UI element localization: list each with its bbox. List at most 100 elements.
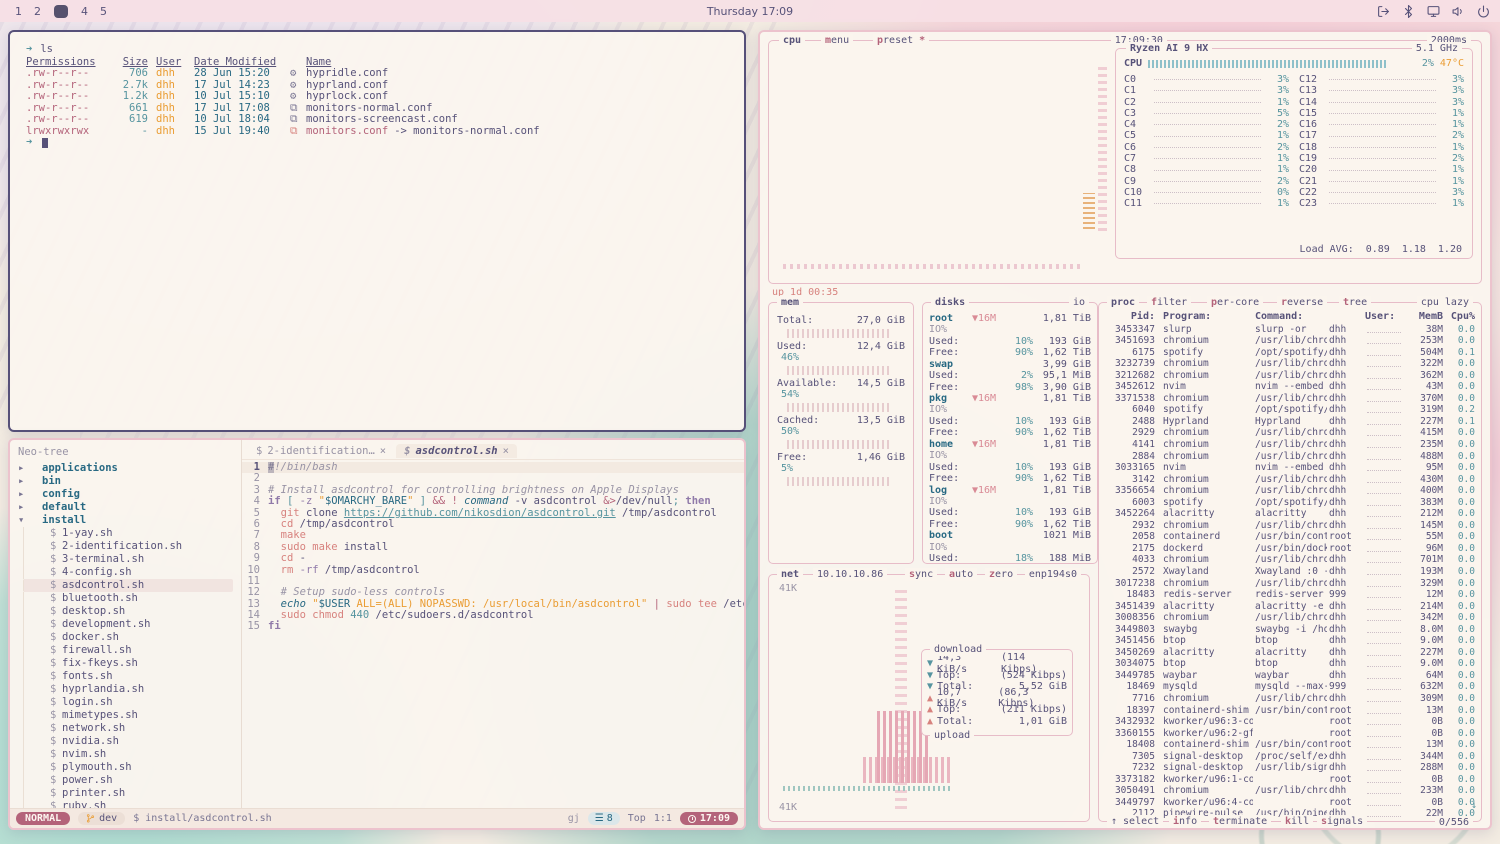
process-row[interactable]: 3449797 kworker/u96:4-co root 0B 0.0	[1105, 797, 1475, 809]
tree-item[interactable]: $ mimetypes.sh	[23, 709, 233, 722]
workspace-button[interactable]: 3	[54, 5, 68, 18]
tree-item[interactable]: $ docker.sh	[23, 631, 233, 644]
tree-item[interactable]: $ nvim.sh	[23, 748, 233, 761]
process-row[interactable]: 3232739 chromium /usr/lib/chromium/ dhh …	[1105, 358, 1475, 370]
process-row[interactable]: 3450269 alacritty alacritty dhh 227M 0.0	[1105, 647, 1475, 659]
process-row[interactable]: 2058 containerd /usr/bin/container root …	[1105, 531, 1475, 543]
tree-item[interactable]: $ ruby.sh	[23, 800, 233, 808]
process-row[interactable]: 3449803 swaybg swaybg -i /home/dh dhh 8.…	[1105, 624, 1475, 636]
tree-item[interactable]: $ firewall.sh	[23, 644, 233, 657]
tree-item[interactable]: $ bluetooth.sh	[23, 592, 233, 605]
tree-item[interactable]: $ desktop.sh	[23, 605, 233, 618]
display-icon[interactable]	[1427, 5, 1440, 18]
tree-item[interactable]: $ plymouth.sh	[23, 761, 233, 774]
scroll-down-icon[interactable]: ↓	[1471, 800, 1477, 812]
filter-button[interactable]: filter	[1147, 296, 1191, 309]
process-row[interactable]: 18469 mysqld mysqld --max-conne 999 632M…	[1105, 681, 1475, 693]
process-row[interactable]: 3452264 alacritty alacritty dhh 212M 0.0	[1105, 508, 1475, 520]
close-tab-icon[interactable]: ×	[503, 445, 509, 457]
auto-button[interactable]: auto	[945, 568, 977, 581]
menu-button[interactable]: menu	[821, 34, 853, 47]
tree-item[interactable]: $ power.sh	[23, 774, 233, 787]
io-mode-button[interactable]: io	[1069, 296, 1089, 309]
process-row[interactable]: 18483 redis-server redis-server *:637 99…	[1105, 589, 1475, 601]
per-core-button[interactable]: per-core	[1207, 296, 1263, 309]
process-row[interactable]: 2929 chromium /usr/lib/chromium/ dhh 415…	[1105, 427, 1475, 439]
workspace-button[interactable]: 5	[95, 5, 112, 18]
power-icon[interactable]	[1477, 5, 1490, 18]
info-button[interactable]: info	[1169, 815, 1201, 828]
tree-button[interactable]: tree	[1339, 296, 1371, 309]
tree-item[interactable]: ▸ bin	[18, 475, 233, 488]
tree-item[interactable]: $ nvidia.sh	[23, 735, 233, 748]
process-row[interactable]: 7716 chromium /usr/lib/chromium/ dhh 309…	[1105, 693, 1475, 705]
shell-prompt-input[interactable]: ➜	[26, 137, 728, 149]
bluetooth-icon[interactable]	[1402, 5, 1415, 18]
tree-item[interactable]: $ fonts.sh	[23, 670, 233, 683]
reverse-button[interactable]: reverse	[1277, 296, 1327, 309]
process-row[interactable]: 3451439 alacritty alacritty -e btop dhh …	[1105, 601, 1475, 613]
logout-icon[interactable]	[1377, 5, 1390, 18]
tree-item[interactable]: $ hyprlandia.sh	[23, 683, 233, 696]
process-row[interactable]: 3033165 nvim nvim --embed . dhh 95M 0.0	[1105, 462, 1475, 474]
process-row[interactable]: 3452612 nvim nvim --embed . dhh 43M 0.0	[1105, 381, 1475, 393]
process-row[interactable]: 3034075 btop btop dhh 9.0M 0.0	[1105, 658, 1475, 670]
tab-2-identification[interactable]: $ 2-identification… ×	[248, 444, 394, 458]
process-row[interactable]: 2488 Hyprland Hyprland dhh 227M 0.1	[1105, 416, 1475, 428]
tree-item[interactable]: $ 2-identification.sh	[23, 540, 233, 553]
signals-button[interactable]: signals	[1317, 815, 1367, 828]
process-row[interactable]: 7232 signal-desktop /usr/lib/signal-de d…	[1105, 762, 1475, 774]
process-row[interactable]: 3356654 chromium /usr/lib/chromium/ dhh …	[1105, 485, 1475, 497]
code-buffer[interactable]: 1 #!/bin/bash 2 3 # Install asdcontrol f…	[242, 460, 744, 808]
tree-item[interactable]: $ network.sh	[23, 722, 233, 735]
tab-asdcontrol[interactable]: $ asdcontrol.sh ×	[396, 444, 517, 458]
process-row[interactable]: 7305 signal-desktop /proc/self/exe --t d…	[1105, 751, 1475, 763]
process-row[interactable]: 6003 spotify /opt/spotify/spoti dhh 383M…	[1105, 497, 1475, 509]
process-row[interactable]: 2175 dockerd /usr/bin/dockerd - root 96M…	[1105, 543, 1475, 555]
process-row[interactable]: 3008356 chromium /usr/lib/chromium/ dhh …	[1105, 612, 1475, 624]
tree-item[interactable]: ▸ config	[18, 488, 233, 501]
tree-item[interactable]: $ asdcontrol.sh	[23, 579, 233, 592]
tree-item[interactable]: $ 4-config.sh	[23, 566, 233, 579]
process-row[interactable]: 3373182 kworker/u96:1-co root 0B 0.0	[1105, 774, 1475, 786]
tree-item[interactable]: $ 1-yay.sh	[23, 527, 233, 540]
process-row[interactable]: 3212682 chromium /usr/lib/chromium/ dhh …	[1105, 370, 1475, 382]
process-row[interactable]: 3142 chromium /usr/lib/chromium/ dhh 430…	[1105, 474, 1475, 486]
sync-button[interactable]: sync	[905, 568, 937, 581]
process-row[interactable]: 3453347 slurp slurp -or dhh 38M 0.0	[1105, 324, 1475, 336]
process-row[interactable]: 3451693 chromium /usr/lib/chromium/ dhh …	[1105, 335, 1475, 347]
process-row[interactable]: 6175 spotify /opt/spotify/spoti dhh 504M…	[1105, 347, 1475, 359]
tree-item[interactable]: $ printer.sh	[23, 787, 233, 800]
workspace-button[interactable]: 2	[29, 5, 46, 18]
tree-item[interactable]: $ development.sh	[23, 618, 233, 631]
tree-item[interactable]: $ fix-fkeys.sh	[23, 657, 233, 670]
process-row[interactable]: 3050491 chromium /usr/lib/chromium/ dhh …	[1105, 785, 1475, 797]
volume-icon[interactable]	[1452, 5, 1465, 18]
close-tab-icon[interactable]: ×	[380, 445, 386, 457]
kill-button[interactable]: kill	[1281, 815, 1313, 828]
process-row[interactable]: 4141 chromium /usr/lib/chromium/ dhh 235…	[1105, 439, 1475, 451]
zero-button[interactable]: zero	[985, 568, 1017, 581]
process-row[interactable]: 3017238 chromium /usr/lib/chromium/ dhh …	[1105, 578, 1475, 590]
process-row[interactable]: 18408 containerd-shim /usr/bin/container…	[1105, 739, 1475, 751]
tree-item[interactable]: $ 3-terminal.sh	[23, 553, 233, 566]
process-row[interactable]: 3451456 btop btop dhh 9.0M 0.0	[1105, 635, 1475, 647]
process-row[interactable]: 3449785 waybar waybar dhh 64M 0.0	[1105, 670, 1475, 682]
tree-item[interactable]: ▾ install	[18, 514, 233, 527]
process-row[interactable]: 4033 chromium /usr/lib/chromium/ dhh 701…	[1105, 554, 1475, 566]
tree-item[interactable]: ▸ applications	[18, 462, 233, 475]
terminate-button[interactable]: terminate	[1209, 815, 1271, 828]
process-row[interactable]: 6040 spotify /opt/spotify/spoti dhh 319M…	[1105, 404, 1475, 416]
workspace-button[interactable]: 1	[10, 5, 27, 18]
process-row[interactable]: 3371538 chromium /usr/lib/chromium/ dhh …	[1105, 393, 1475, 405]
workspace-button[interactable]: 4	[76, 5, 93, 18]
process-row[interactable]: 2932 chromium /usr/lib/chromium/ dhh 145…	[1105, 520, 1475, 532]
preset-button[interactable]: preset *	[873, 34, 929, 47]
process-row[interactable]: 3432932 kworker/u96:3-co root 0B 0.0	[1105, 716, 1475, 728]
process-row[interactable]: 2884 chromium /usr/lib/chromium/ dhh 488…	[1105, 451, 1475, 463]
tree-item[interactable]: ▸ default	[18, 501, 233, 514]
sort-mode[interactable]: cpu lazy	[1417, 296, 1473, 309]
tree-item[interactable]: $ login.sh	[23, 696, 233, 709]
process-row[interactable]: 2572 Xwayland Xwayland :0 -rootl dhh 193…	[1105, 566, 1475, 578]
process-row[interactable]: 3360155 kworker/u96:2-gf root 0B 0.0	[1105, 728, 1475, 740]
